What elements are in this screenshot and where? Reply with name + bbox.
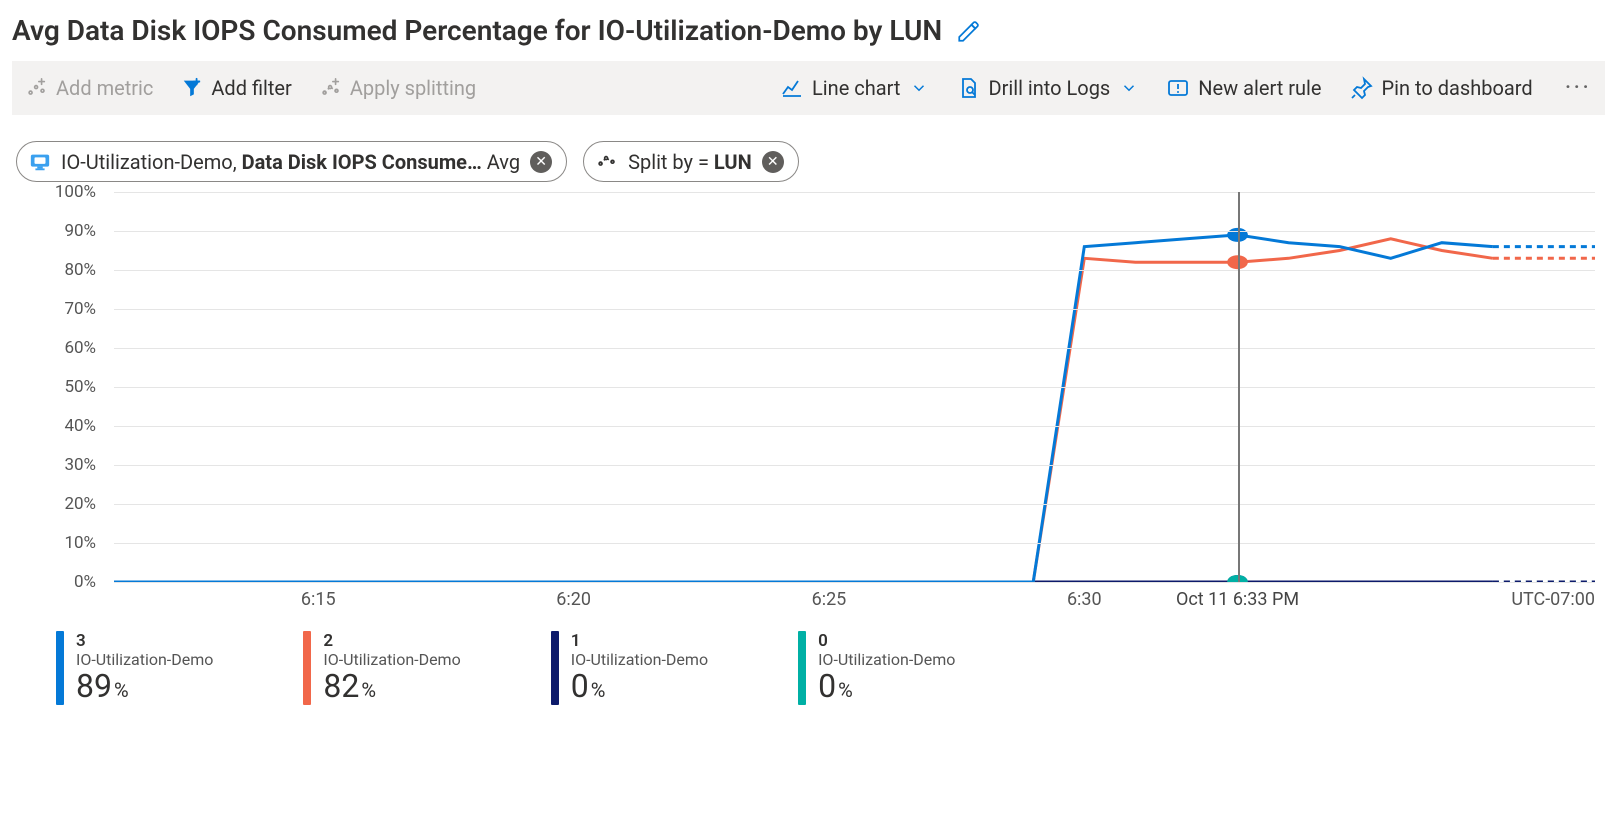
legend-series-value: 82% xyxy=(323,667,460,705)
y-tick-label: 20% xyxy=(64,494,96,514)
legend-color-bar xyxy=(551,631,559,705)
ellipsis-icon: ··· xyxy=(1561,73,1591,103)
remove-split-pill-button[interactable]: ✕ xyxy=(762,151,784,173)
split-pill-prefix: Split by = xyxy=(628,150,714,174)
y-tick-label: 90% xyxy=(64,221,96,241)
edit-title-icon[interactable] xyxy=(956,18,982,44)
add-metric-button[interactable]: Add metric xyxy=(26,76,153,100)
chart-plot[interactable] xyxy=(114,192,1595,583)
new-alert-rule-button[interactable]: New alert rule xyxy=(1166,76,1321,100)
drill-into-logs-label: Drill into Logs xyxy=(988,76,1110,100)
y-tick-label: 40% xyxy=(64,416,96,436)
more-options-button[interactable]: ··· xyxy=(1561,73,1591,103)
legend-item[interactable]: 3 IO-Utilization-Demo 89% xyxy=(56,631,213,705)
chart-y-axis: 0%10%20%30%40%50%60%70%80%90%100% xyxy=(12,192,102,582)
legend-series-value: 89% xyxy=(76,667,213,705)
chart-gridline xyxy=(114,426,1595,427)
legend-series-name: 3 xyxy=(76,631,213,651)
legend-color-bar xyxy=(798,631,806,705)
apply-splitting-button[interactable]: Apply splitting xyxy=(320,76,476,100)
split-pill[interactable]: Split by = LUN ✕ xyxy=(583,141,799,182)
chart-gridline xyxy=(114,504,1595,505)
add-metric-label: Add metric xyxy=(56,76,153,100)
y-tick-label: 60% xyxy=(64,338,96,358)
chart-gridline xyxy=(114,192,1595,193)
legend-series-name: 0 xyxy=(818,631,955,651)
pin-to-dashboard-label: Pin to dashboard xyxy=(1382,76,1533,100)
chart-x-axis: UTC-07:00 6:15 6:20 6:25 6:30 Oct 11 6:33 PM xyxy=(114,583,1595,617)
chart-gridline xyxy=(114,387,1595,388)
chevron-down-icon xyxy=(1120,79,1138,97)
new-alert-rule-label: New alert rule xyxy=(1198,76,1321,100)
y-tick-label: 70% xyxy=(64,299,96,319)
remove-metric-pill-button[interactable]: ✕ xyxy=(530,151,552,173)
y-tick-label: 10% xyxy=(64,533,96,553)
metric-pill-name: Data Disk IOPS Consume… xyxy=(242,150,482,174)
apply-splitting-label: Apply splitting xyxy=(350,76,476,100)
pin-to-dashboard-button[interactable]: Pin to dashboard xyxy=(1350,76,1533,100)
x-tick-label: 6:25 xyxy=(812,589,847,610)
chart-legend: 3 IO-Utilization-Demo 89% 2 IO-Utilizati… xyxy=(12,631,1605,705)
y-tick-label: 0% xyxy=(74,572,96,592)
filter-pills-row: IO-Utilization-Demo, Data Disk IOPS Cons… xyxy=(12,141,1605,182)
line-chart-label: Line chart xyxy=(812,76,900,100)
chart-gridline xyxy=(114,348,1595,349)
metric-pill-agg: Avg xyxy=(482,150,520,174)
legend-item[interactable]: 2 IO-Utilization-Demo 82% xyxy=(303,631,460,705)
y-tick-label: 50% xyxy=(64,377,96,397)
chart-gridline xyxy=(114,465,1595,466)
legend-series-value: 0% xyxy=(571,667,708,705)
legend-series-value: 0% xyxy=(818,667,955,705)
legend-series-name: 2 xyxy=(323,631,460,651)
add-filter-label: Add filter xyxy=(211,76,291,100)
chart-gridline xyxy=(114,231,1595,232)
x-tick-label: 6:20 xyxy=(556,589,591,610)
toolbar: Add metric Add filter Apply splitting Li… xyxy=(12,61,1605,115)
x-tick-label: 6:15 xyxy=(301,589,336,610)
split-icon xyxy=(596,148,618,175)
chart-gridline xyxy=(114,270,1595,271)
legend-item[interactable]: 1 IO-Utilization-Demo 0% xyxy=(551,631,708,705)
vm-icon xyxy=(29,151,51,173)
chart-cursor-label: Oct 11 6:33 PM xyxy=(1176,589,1299,610)
chart-area: 0%10%20%30%40%50%60%70%80%90%100% UTC-07… xyxy=(12,192,1605,617)
legend-color-bar xyxy=(303,631,311,705)
split-pill-value: LUN xyxy=(714,150,752,174)
legend-item[interactable]: 0 IO-Utilization-Demo 0% xyxy=(798,631,955,705)
legend-series-name: 1 xyxy=(571,631,708,651)
add-filter-button[interactable]: Add filter xyxy=(181,76,291,100)
chart-gridline xyxy=(114,543,1595,544)
y-tick-label: 100% xyxy=(55,182,96,202)
y-tick-label: 30% xyxy=(64,455,96,475)
page-title: Avg Data Disk IOPS Consumed Percentage f… xyxy=(12,14,942,47)
metric-pill-resource: IO-Utilization-Demo, xyxy=(61,150,242,174)
timezone-label: UTC-07:00 xyxy=(1511,589,1595,610)
chevron-down-icon xyxy=(910,79,928,97)
legend-color-bar xyxy=(56,631,64,705)
x-tick-label: 6:30 xyxy=(1067,589,1102,610)
y-tick-label: 80% xyxy=(64,260,96,280)
metric-pill[interactable]: IO-Utilization-Demo, Data Disk IOPS Cons… xyxy=(16,141,567,182)
line-chart-dropdown[interactable]: Line chart xyxy=(780,76,928,100)
page-title-row: Avg Data Disk IOPS Consumed Percentage f… xyxy=(12,14,1605,47)
drill-into-logs-dropdown[interactable]: Drill into Logs xyxy=(956,76,1138,100)
chart-gridline xyxy=(114,309,1595,310)
